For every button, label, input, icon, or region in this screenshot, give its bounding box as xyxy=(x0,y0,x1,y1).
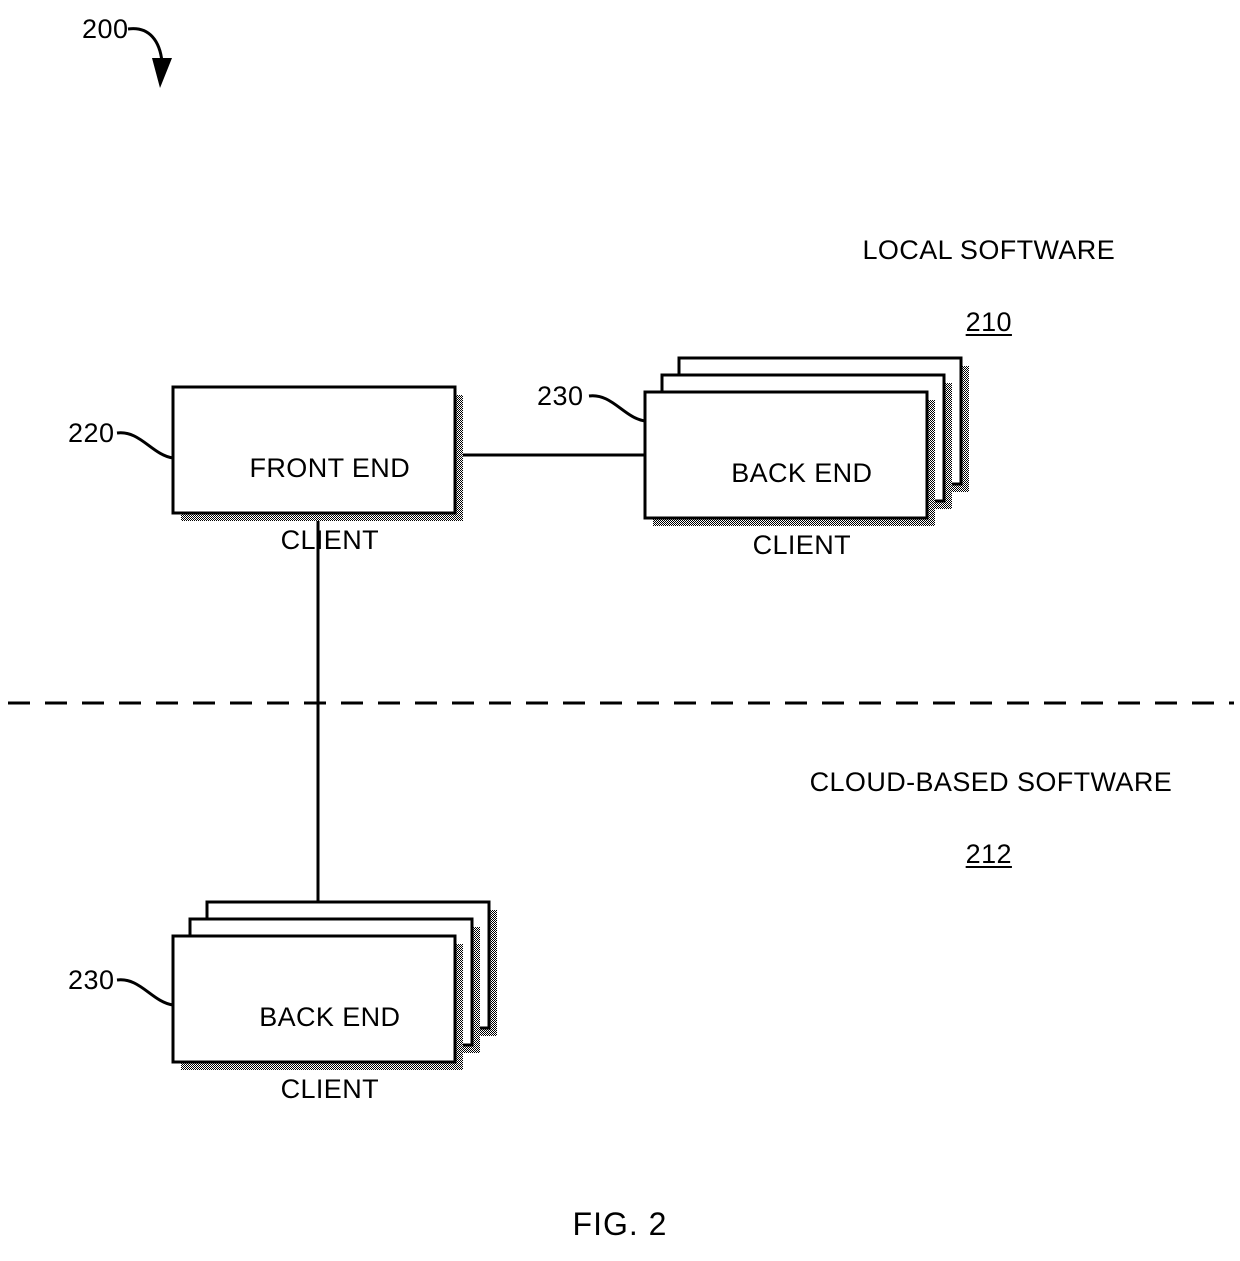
patent-figure: 200 LOCAL SOFTWARE 210 CLOUD-BASED SOFTW… xyxy=(0,0,1240,1261)
front-end-client-label-line2: CLIENT xyxy=(280,525,380,555)
region-ref-local-software: 210 xyxy=(965,307,1012,337)
front-end-client-ref-label: 220 xyxy=(68,418,115,448)
back-end-client-local-ref-label: 230 xyxy=(537,381,584,411)
region-title-cloud-based-software: CLOUD-BASED SOFTWARE xyxy=(809,767,1173,797)
diagram-ref-label: 200 xyxy=(82,14,129,44)
region-label-local-software: LOCAL SOFTWARE 210 xyxy=(828,196,1118,376)
back-end-client-cloud-label: BACK END CLIENT xyxy=(173,963,455,1143)
front-end-client-label: FRONT END CLIENT xyxy=(173,414,455,594)
figure-caption: FIG. 2 xyxy=(572,1206,668,1242)
region-ref-cloud-based-software: 212 xyxy=(965,839,1012,869)
back-end-client-cloud-label-line2: CLIENT xyxy=(280,1074,380,1104)
leader-line-220 xyxy=(116,431,174,460)
back-end-client-local-label-line1: BACK END xyxy=(731,458,873,488)
back-end-client-local-label: BACK END CLIENT xyxy=(645,419,927,599)
region-label-cloud-based-software: CLOUD-BASED SOFTWARE 212 xyxy=(778,728,1172,908)
back-end-client-local-label-line2: CLIENT xyxy=(752,530,852,560)
back-end-client-cloud-label-line1: BACK END xyxy=(259,1002,401,1032)
leader-line-230-local xyxy=(588,394,646,423)
diagram-ref-arrow xyxy=(127,27,172,88)
leader-line-230-cloud xyxy=(116,978,174,1007)
back-end-client-cloud-ref-label: 230 xyxy=(68,965,115,995)
region-title-local-software: LOCAL SOFTWARE xyxy=(862,235,1116,265)
front-end-client-label-line1: FRONT END xyxy=(249,453,411,483)
